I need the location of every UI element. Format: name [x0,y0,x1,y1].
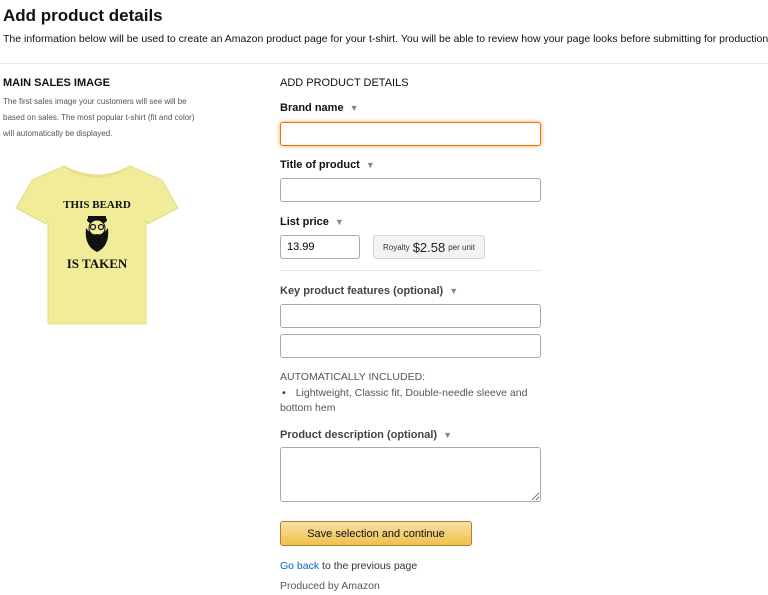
key-features-label-text: Key product features (optional) [280,285,444,297]
auto-included-title: AUTOMATICALLY INCLUDED: [280,371,426,383]
royalty-unit: per unit [448,242,475,252]
list-price-label: List price ▼ [280,216,344,228]
royalty-amount: $2.58 [412,239,446,255]
title-of-product-input[interactable] [280,178,541,202]
section-divider [280,270,542,271]
product-description-label-text: Product description (optional) [280,429,438,441]
royalty-label: Royalty [383,242,410,252]
shirt-text-bottom: IS TAKEN [67,256,128,271]
tshirt-image: THIS BEARD IS TAKEN [12,162,182,332]
list-price-input[interactable] [280,235,360,259]
produced-by: Produced by Amazon [280,580,380,592]
product-description-textarea[interactable] [280,447,541,502]
key-feature-input-1[interactable] [280,304,541,328]
title-of-product-label-text: Title of product [280,159,360,171]
page-title: Add product details [3,6,163,25]
auto-included-item: • Lightweight, Classic fit, Double-needle… [280,386,542,416]
add-product-details-title: ADD PRODUCT DETAILS [280,77,409,89]
bullet: • [282,387,286,399]
auto-included-text: Lightweight, Classic fit, Double-needle … [280,387,528,414]
shirt-text-top: THIS BEARD [63,199,131,211]
price-caret-icon[interactable]: ▼ [335,217,344,227]
save-continue-button[interactable]: Save selection and continue [280,521,472,546]
divider [0,63,768,64]
brand-name-label-text: Brand name [280,102,344,114]
description-caret-icon[interactable]: ▼ [443,430,452,440]
list-price-label-text: List price [280,216,329,228]
main-sales-image-description: The first sales image your customers wil… [3,97,195,138]
main-sales-image-title: MAIN SALES IMAGE [3,77,110,89]
go-back-line: Go back to the previous page [280,560,417,572]
features-caret-icon[interactable]: ▼ [449,286,458,296]
royalty-badge: Royalty $2.58 per unit [373,235,485,259]
go-back-link[interactable]: Go back [280,560,319,572]
key-features-label: Key product features (optional) ▼ [280,285,458,297]
brand-caret-icon[interactable]: ▼ [350,103,359,113]
go-back-rest: to the previous page [319,560,418,572]
tshirt-graphic: THIS BEARD IS TAKEN [15,165,179,325]
brand-name-input[interactable] [280,122,541,146]
product-description-label: Product description (optional) ▼ [280,429,452,441]
key-feature-input-2[interactable] [280,334,541,358]
intro-text: The information below will be used to cr… [3,33,768,45]
title-of-product-label: Title of product ▼ [280,159,375,171]
title-caret-icon[interactable]: ▼ [366,160,375,170]
brand-name-label: Brand name ▼ [280,102,359,114]
